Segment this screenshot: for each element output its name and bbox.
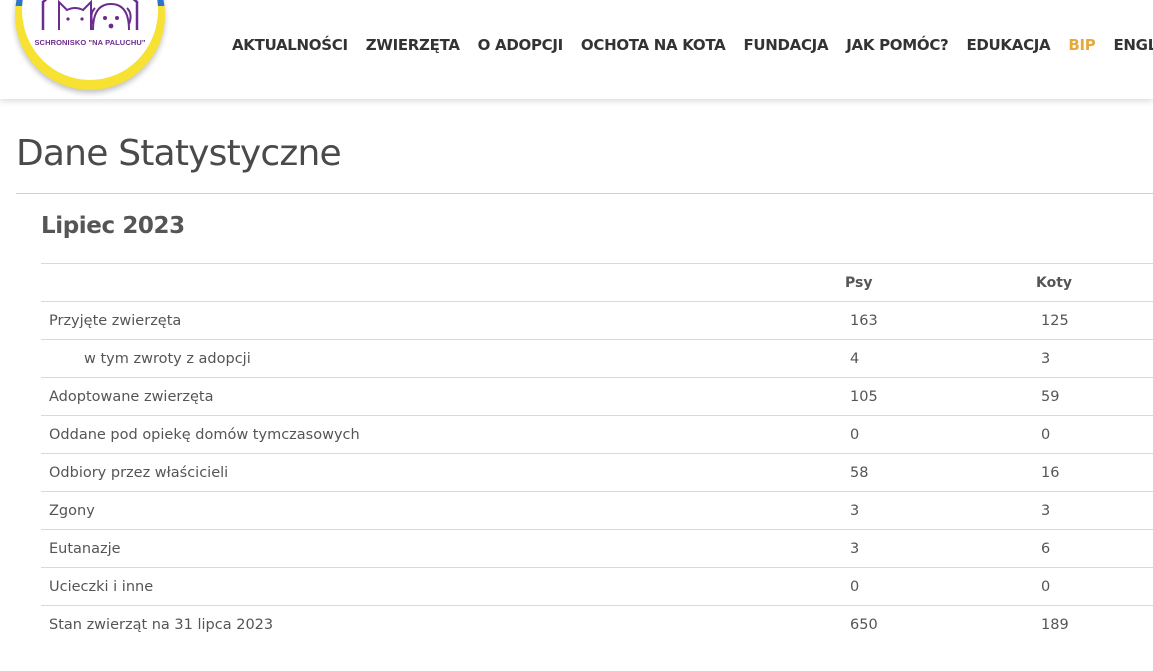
table-row: Odbiory przez właścicieli 58 16 xyxy=(41,453,1153,492)
table-row: w tym zwroty z adopcji 4 3 xyxy=(41,339,1153,378)
nav-item-bip[interactable]: BIP xyxy=(1068,36,1095,54)
statistics-table: Psy Koty Przyjęte zwierzęta 163 125 w ty… xyxy=(41,263,1153,643)
row-label: Przyjęte zwierzęta xyxy=(41,301,842,340)
nav-item-edukacja[interactable]: EDUKACJA xyxy=(966,36,1050,54)
row-label: Adoptowane zwierzęta xyxy=(41,377,842,416)
row-psy-value: 0 xyxy=(842,415,1033,454)
row-psy-value: 163 xyxy=(842,301,1033,340)
row-label: w tym zwroty z adopcji xyxy=(41,339,842,378)
row-psy-value: 4 xyxy=(842,339,1033,378)
nav-item-jak-pomoc[interactable]: JAK POMÓC? xyxy=(846,36,948,54)
nav-item-ochota-na-kota[interactable]: OCHOTA NA KOTA xyxy=(581,36,726,54)
table-row: Oddane pod opiekę domów tymczasowych 0 0 xyxy=(41,415,1153,454)
header-koty: Koty xyxy=(1033,263,1153,302)
table-row: Przyjęte zwierzęta 163 125 xyxy=(41,301,1153,340)
site-header: SCHRONISKO "NA PALUCHU" AKTUALNOŚCI ZWIE… xyxy=(0,0,1153,99)
row-koty-value: 0 xyxy=(1033,415,1153,454)
logo-text: SCHRONISKO "NA PALUCHU" xyxy=(34,38,146,47)
row-koty-value: 6 xyxy=(1033,529,1153,568)
table-row: Zgony 3 3 xyxy=(41,491,1153,530)
row-koty-value: 189 xyxy=(1033,605,1153,643)
row-label: Oddane pod opiekę domów tymczasowych xyxy=(41,415,842,454)
row-koty-value: 3 xyxy=(1033,339,1153,378)
row-koty-value: 3 xyxy=(1033,491,1153,530)
row-psy-value: 0 xyxy=(842,567,1033,606)
nav-item-zwierzeta[interactable]: ZWIERZĘTA xyxy=(366,36,460,54)
table-header-row: Psy Koty xyxy=(41,263,1153,302)
row-koty-value: 0 xyxy=(1033,567,1153,606)
row-psy-value: 3 xyxy=(842,529,1033,568)
row-koty-value: 16 xyxy=(1033,453,1153,492)
header-label xyxy=(41,263,842,302)
row-label: Odbiory przez właścicieli xyxy=(41,453,842,492)
title-divider xyxy=(16,193,1153,194)
page-title: Dane Statystyczne xyxy=(16,133,342,174)
table-row: Stan zwierząt na 31 lipca 2023 650 189 xyxy=(41,605,1153,643)
row-psy-value: 3 xyxy=(842,491,1033,530)
table-row: Ucieczki i inne 0 0 xyxy=(41,567,1153,606)
nav-item-o-adopcji[interactable]: O ADOPCJI xyxy=(478,36,564,54)
row-label: Zgony xyxy=(41,491,842,530)
row-label: Ucieczki i inne xyxy=(41,567,842,606)
section-title: Lipiec 2023 xyxy=(41,213,185,239)
table-row: Adoptowane zwierzęta 105 59 xyxy=(41,377,1153,416)
shelter-logo[interactable]: SCHRONISKO "NA PALUCHU" xyxy=(15,0,165,90)
table-row: Eutanazje 3 6 xyxy=(41,529,1153,568)
row-psy-value: 58 xyxy=(842,453,1033,492)
row-label: Stan zwierząt na 31 lipca 2023 xyxy=(41,605,842,643)
nav-item-aktualnosci[interactable]: AKTUALNOŚCI xyxy=(232,36,348,54)
nav-item-fundacja[interactable]: FUNDACJA xyxy=(743,36,828,54)
main-nav: AKTUALNOŚCI ZWIERZĘTA O ADOPCJI OCHOTA N… xyxy=(232,36,1153,54)
row-koty-value: 59 xyxy=(1033,377,1153,416)
row-psy-value: 650 xyxy=(842,605,1033,643)
nav-item-english[interactable]: ENGLIS xyxy=(1113,36,1153,54)
row-label: Eutanazje xyxy=(41,529,842,568)
row-psy-value: 105 xyxy=(842,377,1033,416)
header-psy: Psy xyxy=(842,263,1033,302)
row-koty-value: 125 xyxy=(1033,301,1153,340)
